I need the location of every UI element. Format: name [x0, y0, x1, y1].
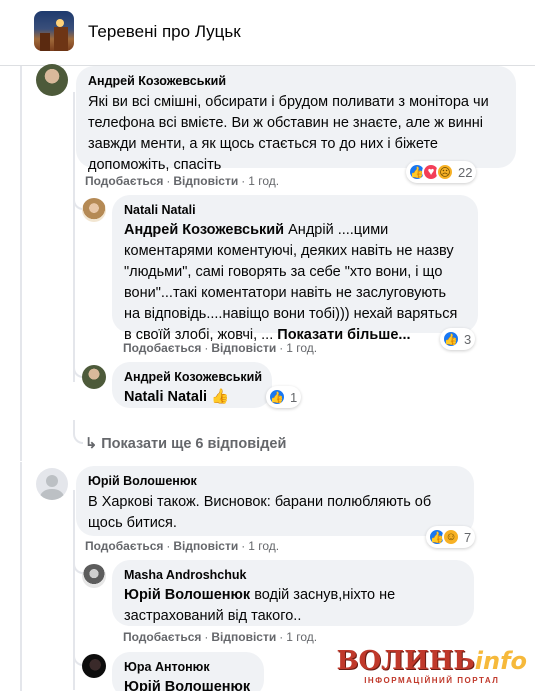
- comment-bubble: Masha Androshchuk Юрій Волошенюк водій з…: [112, 560, 474, 626]
- reply-arrow-icon: ↳: [85, 436, 102, 452]
- comment-author[interactable]: Андрей Козожевський: [88, 73, 504, 89]
- comment-text: Юрій Волошенюк водій заснув,ніхто не зас…: [124, 587, 396, 624]
- reply-button[interactable]: Відповісти: [173, 539, 238, 553]
- reply-button[interactable]: Відповісти: [173, 174, 238, 188]
- comment-time[interactable]: 1 год.: [248, 174, 279, 188]
- comment-time[interactable]: 1 год.: [286, 630, 317, 644]
- reply-button[interactable]: Відповісти: [211, 630, 276, 644]
- avatar[interactable]: [82, 198, 106, 222]
- group-title[interactable]: Теревені про Луцьк: [88, 22, 241, 42]
- thread-line: [20, 66, 22, 461]
- like-button[interactable]: Подобається: [123, 630, 201, 644]
- reaction-count: 1: [290, 389, 298, 405]
- like-button[interactable]: Подобається: [123, 341, 201, 355]
- mention-link[interactable]: Андрей Козожевський: [124, 222, 284, 238]
- comment-time[interactable]: 1 год.: [248, 539, 279, 553]
- comment-author[interactable]: Андрей Козожевський: [124, 369, 262, 385]
- reaction-count: 3: [464, 331, 472, 347]
- comment-text: Юрій Волошенюк: [124, 677, 252, 691]
- comment-actions: Подобається · Відповісти · 1 год.: [85, 539, 280, 553]
- mention-link[interactable]: Natali Natali: [124, 389, 207, 405]
- comment-text: В Харкові також. Висновок: барани полюбл…: [88, 494, 432, 531]
- comment-bubble: Андрей Козожевський Які ви всі смішні, о…: [76, 66, 516, 173]
- sad-icon: ☹: [436, 163, 454, 181]
- reaction-summary[interactable]: 👍 ♥ ☹ 22: [406, 161, 477, 183]
- comment-actions: Подобається · Відповісти · 1 год.: [123, 630, 318, 644]
- watermark-logo: ВОЛИНЬinfo ІНФОРМАЦІЙНИЙ ПОРТАЛ: [336, 646, 527, 685]
- like-icon: 👍: [268, 388, 286, 406]
- comment-author[interactable]: Юрій Волошенюк: [88, 473, 462, 489]
- more-replies-link[interactable]: ↳ Показати ще 6 відповідей: [85, 436, 286, 452]
- comment-author[interactable]: Natali Natali: [124, 202, 466, 218]
- comment-text: Андрей Козожевський Андрій ....цими коме…: [124, 222, 458, 343]
- haha-icon: ☺: [442, 528, 460, 546]
- like-button[interactable]: Подобається: [85, 174, 163, 188]
- thumbs-up-icon: 👍: [211, 389, 230, 405]
- comment-author[interactable]: Юра Антонюк: [124, 659, 252, 675]
- reaction-count: 7: [464, 529, 472, 545]
- reaction-count: 22: [458, 164, 473, 180]
- reaction-summary[interactable]: 👍 ☺ 7: [426, 526, 476, 548]
- comment-actions: Подобається · Відповісти · 1 год.: [123, 341, 318, 355]
- avatar[interactable]: [82, 654, 106, 678]
- thread-line: [20, 462, 22, 691]
- comment-text: Natali Natali 👍: [124, 387, 260, 408]
- reaction-summary[interactable]: 👍 1: [266, 386, 302, 408]
- reply-button[interactable]: Відповісти: [211, 341, 276, 355]
- reply-branch: [73, 420, 83, 444]
- comment-bubble: Natali Natali Андрей Козожевський Андрій…: [112, 195, 478, 343]
- comment-actions: Подобається · Відповісти · 1 год.: [85, 174, 280, 188]
- reaction-summary[interactable]: 👍 3: [440, 328, 476, 350]
- group-header: Теревені про Луцьк: [0, 0, 535, 66]
- comment-time[interactable]: 1 год.: [286, 341, 317, 355]
- mention-link[interactable]: Юрій Волошенюк: [124, 587, 250, 603]
- avatar[interactable]: [36, 468, 68, 500]
- comment-bubble: Юрій Волошенюк В Харкові також. Висновок…: [76, 466, 474, 536]
- group-thumbnail[interactable]: [34, 11, 74, 51]
- reply-branch: [73, 550, 83, 574]
- comment-author[interactable]: Masha Androshchuk: [124, 567, 462, 583]
- avatar[interactable]: [36, 64, 68, 96]
- like-button[interactable]: Подобається: [85, 539, 163, 553]
- avatar[interactable]: [82, 365, 106, 389]
- avatar[interactable]: [82, 564, 106, 588]
- thread-line: [73, 92, 75, 182]
- comment-bubble: Андрей Козожевський Natali Natali 👍: [112, 362, 272, 408]
- like-icon: 👍: [442, 330, 460, 348]
- mention-link[interactable]: Юрій Волошенюк: [124, 679, 250, 691]
- comment-bubble: Юра Антонюк Юрій Волошенюк: [112, 652, 264, 691]
